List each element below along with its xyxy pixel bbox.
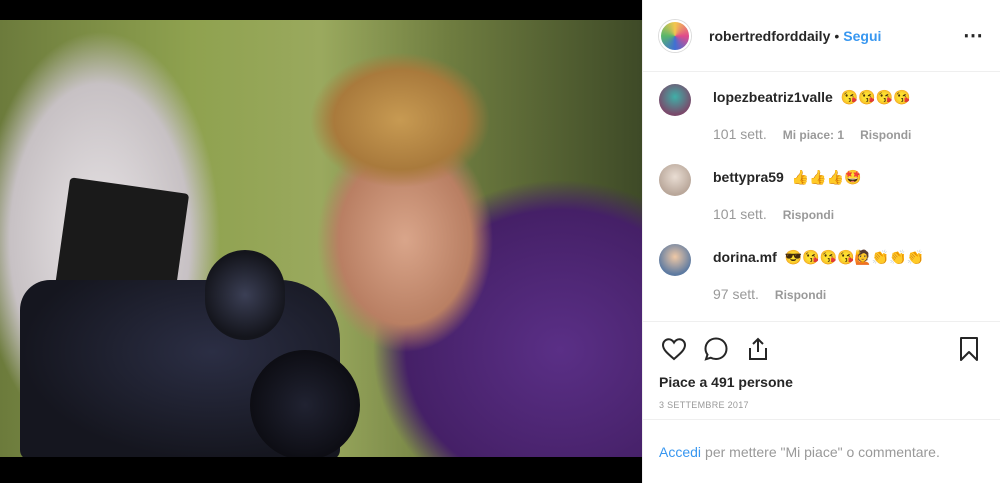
post-actions: Piace a 491 persone 3 settembre 2017 — [643, 322, 1000, 410]
reply-button[interactable]: Rispondi — [783, 208, 834, 222]
post-header: robertredforddaily • Segui ⋯ — [643, 0, 1000, 72]
post-media-area — [0, 0, 642, 483]
comment-username[interactable]: bettypra59 — [713, 169, 784, 185]
comment-item: dorina.mf 😎😘😘😘🙋👏👏👏 97 sett. Rispondi — [659, 242, 984, 322]
post-date: 3 settembre 2017 — [659, 400, 749, 410]
action-bar — [659, 332, 984, 366]
comment-text: 😎😘😘😘🙋👏👏👏 — [784, 249, 925, 265]
more-dots-icon[interactable]: ⋯ — [963, 23, 984, 48]
comment-time[interactable]: 101 sett. — [713, 126, 767, 142]
login-prompt: Accedi per mettere "Mi piace" o commenta… — [643, 419, 1000, 483]
comment-text: 😘😘😘😘 — [840, 89, 911, 105]
comment-text: 👍👍👍🤩 — [791, 169, 862, 185]
post-photo[interactable] — [0, 20, 642, 457]
comment-item: bettypra59 👍👍👍🤩 101 sett. Rispondi — [659, 162, 984, 242]
comment-avatar[interactable] — [659, 164, 691, 196]
header-separator: • — [834, 27, 840, 44]
photo-film-drum — [250, 350, 360, 457]
comment-time[interactable]: 97 sett. — [713, 286, 759, 302]
follow-button[interactable]: Segui — [843, 28, 881, 44]
comment-username[interactable]: dorina.mf — [713, 249, 777, 265]
reply-button[interactable]: Rispondi — [775, 288, 826, 302]
post-side-panel: robertredforddaily • Segui ⋯ lopezbeatri… — [642, 0, 1000, 483]
login-link[interactable]: Accedi — [659, 444, 701, 460]
login-prompt-text: per mettere "Mi piace" o commentare. — [705, 443, 940, 460]
comment-bubble-icon[interactable] — [701, 334, 731, 364]
comments-list: lopezbeatriz1valle 😘😘😘😘 101 sett. Mi pia… — [643, 72, 1000, 322]
photo-lens — [205, 250, 285, 340]
comment-avatar[interactable] — [659, 244, 691, 276]
comment-item: lopezbeatriz1valle 😘😘😘😘 101 sett. Mi pia… — [659, 82, 984, 162]
likes-count[interactable]: Piace a 491 persone — [659, 374, 984, 390]
comment-likes[interactable]: Mi piace: 1 — [783, 128, 844, 142]
author-avatar[interactable] — [659, 19, 691, 52]
reply-button[interactable]: Rispondi — [860, 128, 911, 142]
comment-time[interactable]: 101 sett. — [713, 206, 767, 222]
bookmark-icon[interactable] — [954, 334, 984, 364]
heart-icon[interactable] — [659, 334, 689, 364]
share-icon[interactable] — [743, 334, 773, 364]
comment-username[interactable]: lopezbeatriz1valle — [713, 89, 833, 105]
comment-avatar[interactable] — [659, 84, 691, 116]
author-username[interactable]: robertredforddaily — [709, 28, 830, 44]
